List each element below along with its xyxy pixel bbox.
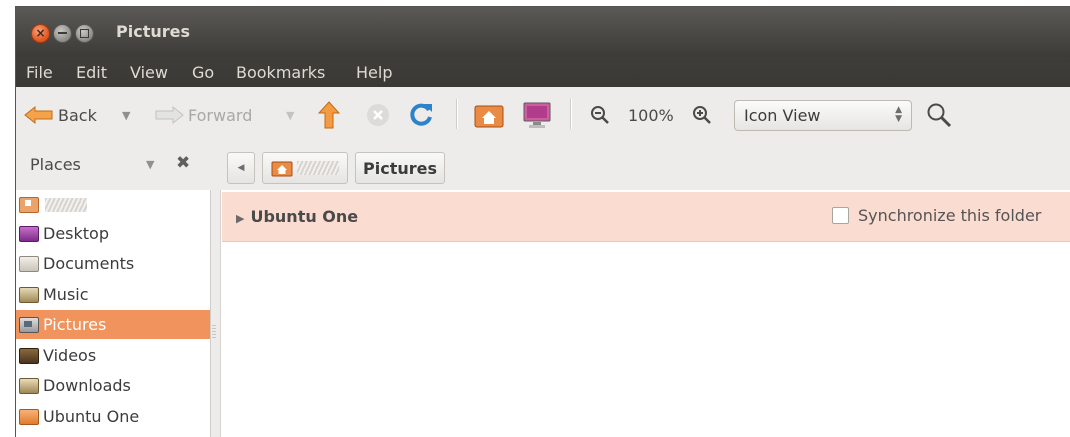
menu-bar: File Edit View Go Bookmarks Help [16,57,1070,87]
sidebar-item-label: Documents [43,254,135,273]
redacted-username [297,161,339,175]
view-mode-select[interactable]: Icon View ▲ ▼ [734,100,912,131]
toolbar-separator [456,99,458,129]
desktop-folder-icon [19,225,39,242]
maximize-window-button[interactable] [75,24,94,43]
home-folder-icon [474,105,504,128]
chevron-down-icon: ▼ [286,108,295,122]
breadcrumb-current[interactable]: Pictures [355,152,445,184]
places-header[interactable]: Places [30,155,81,174]
synchronize-label: Synchronize this folder [858,206,1042,225]
menu-help[interactable]: Help [356,63,392,82]
view-mode-value: Icon View [744,106,821,125]
downloads-folder-icon [19,377,39,394]
home-folder-icon [271,161,293,176]
minimize-window-button[interactable] [53,24,72,43]
expander-arrow-icon: ▶ [236,212,245,225]
sidebar-item-desktop[interactable]: Desktop [16,219,210,248]
forward-label: Forward [188,105,253,125]
close-sidebar-icon[interactable]: ✖ [176,153,190,173]
search-button[interactable] [926,87,952,143]
pictures-folder-icon [19,316,39,333]
zoom-in-icon [693,106,711,124]
places-sidebar: Desktop Documents Music Pictures Videos … [16,190,211,437]
breadcrumb-home[interactable] [262,152,348,184]
menu-go[interactable]: Go [192,63,214,82]
file-view[interactable]: ▶ Ubuntu One Synchronize this folder [220,190,1070,437]
up-button[interactable] [318,87,340,143]
window-title: Pictures [116,22,190,41]
close-window-button[interactable]: × [31,24,50,43]
search-icon [927,103,952,128]
back-arrow-icon [24,105,53,125]
sidebar-item-label: Videos [43,346,97,365]
sidebar-resize-handle[interactable] [212,325,216,339]
back-label: Back [58,105,97,125]
stop-icon [367,104,389,126]
computer-icon [523,102,551,128]
zoom-in-button[interactable] [692,87,712,143]
home-button[interactable] [474,87,504,143]
menu-edit[interactable]: Edit [76,63,107,82]
sidebar-item-label: Ubuntu One [43,407,140,426]
forward-history-dropdown[interactable]: ▼ [286,87,294,143]
places-dropdown-icon[interactable]: ▼ [146,158,154,171]
file-manager-window: × Pictures File Edit View Go Bookmarks H… [15,6,1070,437]
toolbar: Back ▼ Forward ▼ 100% Icon View ▲ ▼ [16,87,1070,143]
close-icon: × [35,26,46,40]
spin-arrows-icon: ▲ ▼ [895,105,902,124]
sidebar-item-videos[interactable]: Videos [16,341,210,370]
ubuntu-one-folder-icon [19,408,39,425]
toolbar-separator [570,99,572,129]
menu-view[interactable]: View [130,63,168,82]
synchronize-folder-toggle[interactable]: Synchronize this folder [832,206,1041,225]
maximize-icon [76,25,93,42]
location-bar: Places ▼ ✖ ◀ Pictures [16,143,1070,190]
sidebar-item-music[interactable]: Music [16,280,210,309]
sidebar-item-ubuntu-one[interactable]: Ubuntu One [16,402,210,431]
sidebar-item-pictures[interactable]: Pictures [16,310,210,339]
reload-button[interactable] [408,87,434,143]
zoom-out-button[interactable] [590,87,610,143]
zoom-level-button[interactable]: 100% [628,87,674,143]
sidebar-item-home[interactable] [16,190,210,219]
ubuntu-one-title: Ubuntu One [250,207,359,226]
title-bar: × Pictures [16,7,1070,57]
minimize-icon [54,25,71,42]
reload-icon [410,103,432,126]
videos-folder-icon [19,347,39,364]
forward-button[interactable]: Forward [154,87,252,143]
back-button[interactable]: Back [24,87,97,143]
ubuntu-one-expander[interactable]: ▶ Ubuntu One [236,207,358,226]
ubuntu-one-bar: ▶ Ubuntu One Synchronize this folder [222,192,1070,242]
stop-button[interactable] [366,87,390,143]
menu-file[interactable]: File [26,63,53,82]
sidebar-item-label: Desktop [43,224,109,243]
documents-folder-icon [19,255,39,272]
zoom-out-icon [591,106,609,124]
chevron-left-icon: ◀ [237,163,245,173]
zoom-level: 100% [628,105,674,125]
computer-button[interactable] [522,87,552,143]
synchronize-checkbox[interactable] [832,207,849,224]
redacted-username [45,197,87,212]
up-arrow-icon [318,101,340,129]
breadcrumb-scroll-left-button[interactable]: ◀ [227,152,255,184]
sidebar-item-label: Downloads [43,376,131,395]
menu-bookmarks[interactable]: Bookmarks [236,63,325,82]
sidebar-item-label: Pictures [43,315,107,334]
back-history-dropdown[interactable]: ▼ [122,87,130,143]
sidebar-item-documents[interactable]: Documents [16,249,210,278]
chevron-down-icon: ▼ [122,108,131,122]
forward-arrow-icon [155,105,184,125]
sidebar-item-downloads[interactable]: Downloads [16,371,210,400]
home-folder-icon [19,196,39,213]
music-folder-icon [19,286,39,303]
sidebar-item-label: Music [43,285,89,304]
